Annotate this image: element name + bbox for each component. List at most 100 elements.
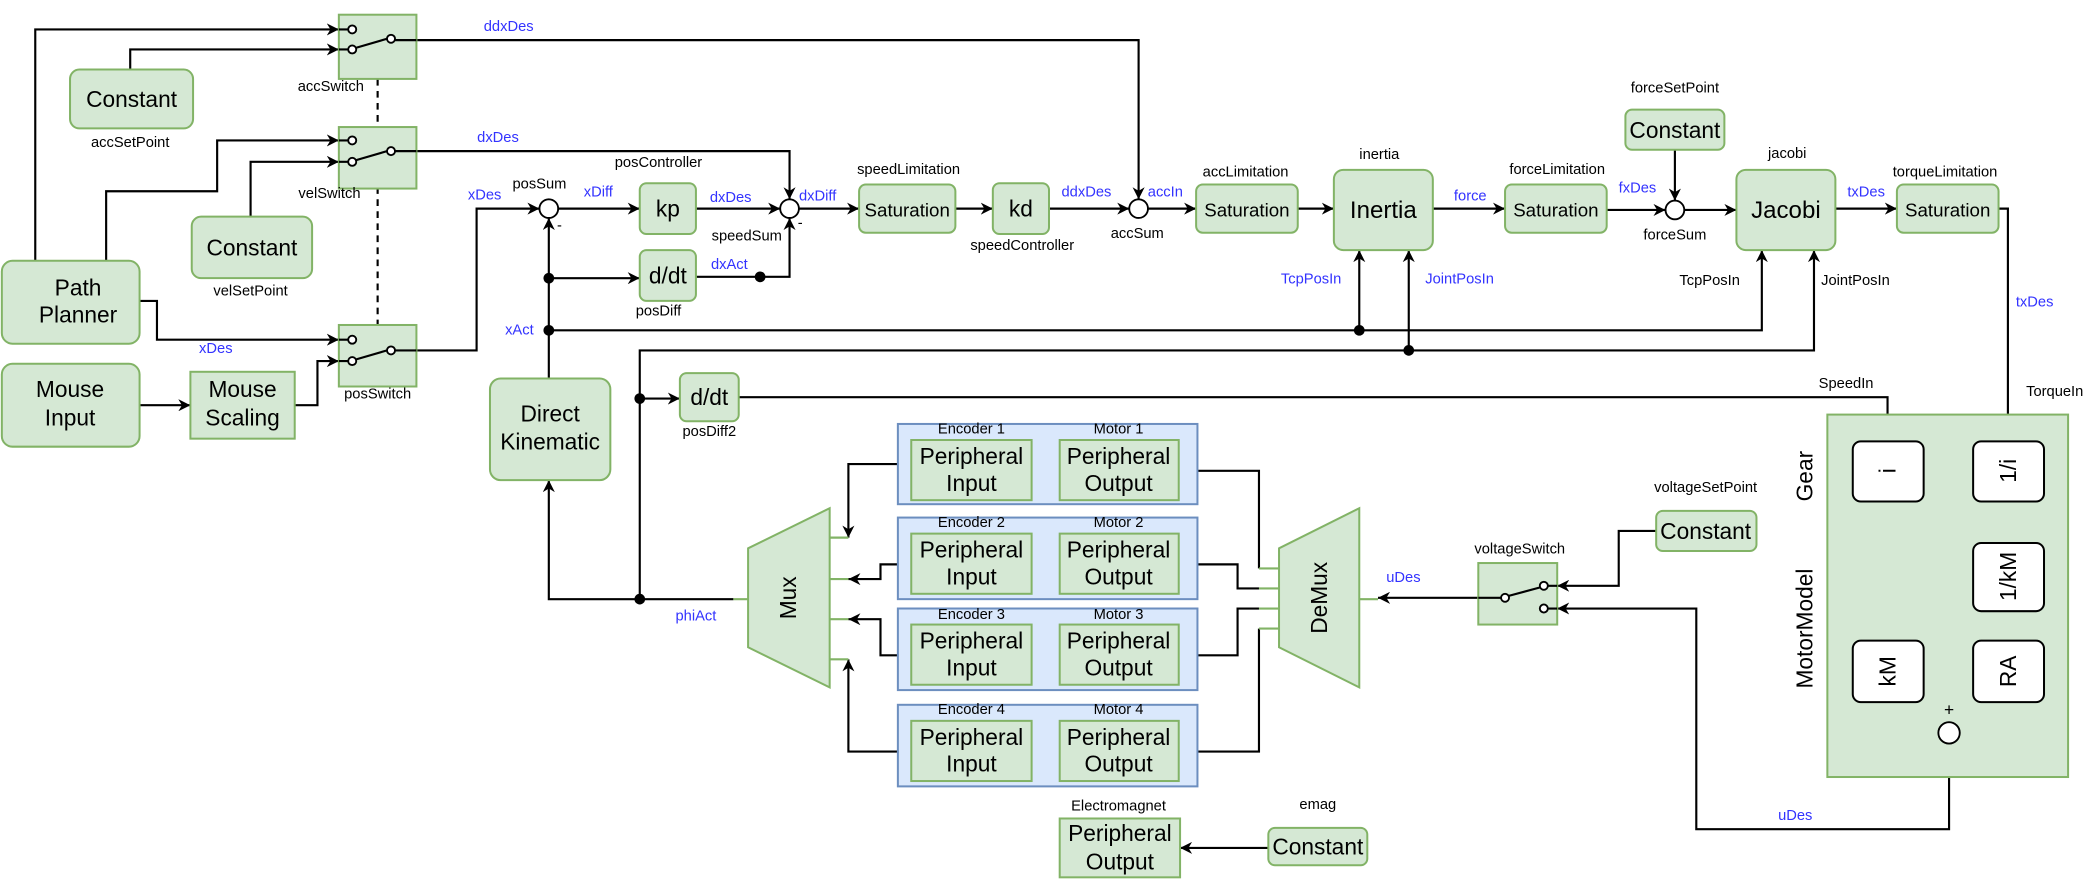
label-text: ddxDes (1062, 185, 1112, 201)
label-text: Encoder 3 (938, 607, 1005, 623)
wire (1197, 563, 1259, 590)
label-text: Jacobi (1751, 197, 1821, 224)
label-text: force (1454, 189, 1487, 205)
label-text: Peripheral (1068, 820, 1172, 846)
mouse-scaling-block[interactable]: Mouse Scaling (189, 370, 296, 440)
label-text: Encoder 1 (938, 421, 1005, 437)
label-text: Input (946, 654, 997, 680)
vel-setpoint-constant[interactable]: Constant velSetPoint (190, 215, 314, 300)
kd-block[interactable]: kd speedController (970, 182, 1074, 254)
label-text: kM (1875, 656, 1901, 686)
label-text: kp (656, 196, 680, 222)
wire (416, 39, 1145, 200)
pos-sum[interactable]: posSum - (512, 177, 566, 234)
force-saturation-block[interactable]: Saturation forceLimitation (1504, 162, 1608, 234)
label-text: Constant (1660, 518, 1752, 544)
label-text: MotorModel (1792, 569, 1818, 689)
label-text: accLimitation (1203, 165, 1289, 181)
force-sum[interactable]: forceSum (1643, 199, 1706, 244)
label-text: speedLimitation (857, 162, 960, 178)
label-text: dxDes (710, 190, 752, 206)
peripheral-group-3[interactable]: Encoder 3 Motor 3 PeripheralInput Periphe… (896, 607, 1199, 692)
label-text: Saturation (1204, 200, 1289, 221)
label-text: JointPosIn (1821, 273, 1890, 289)
wire (848, 613, 898, 657)
acc-switch[interactable] (337, 13, 418, 80)
label-text: Constant (1272, 834, 1364, 860)
km-block[interactable]: kM (1851, 639, 1925, 704)
label-text: Peripheral (920, 537, 1024, 563)
mux-block[interactable]: Mux (747, 506, 831, 690)
label-text: xDiff (584, 185, 614, 201)
label-text: Input (946, 751, 997, 777)
gear-i-block[interactable]: i (1851, 440, 1925, 503)
label-text: Path (55, 275, 102, 301)
speed-saturation-block[interactable]: Saturation speedLimitation (857, 162, 960, 234)
inertia-block[interactable]: Inertia inertia (1332, 147, 1434, 252)
pos-diff-block[interactable]: d/dt posDiff (636, 249, 697, 320)
wire (848, 563, 898, 586)
label-text: txDes (1847, 185, 1885, 201)
label-text: velSetPoint (213, 284, 287, 300)
kp-block[interactable]: kp posController (615, 155, 703, 236)
force-setpoint-constant[interactable]: Constant forceSetPoint (1624, 80, 1726, 151)
label-text: dxAct (711, 257, 748, 273)
inv-km-block[interactable]: 1/kM (1972, 541, 2046, 613)
label-text: Input (45, 404, 96, 430)
demux-block[interactable]: DeMux (1278, 506, 1361, 690)
torque-saturation-block[interactable]: Saturation torqueLimitation (1893, 165, 2000, 234)
label-text: posController (615, 155, 703, 171)
label-text: jacobi (1767, 146, 1806, 162)
acc-saturation-block[interactable]: Saturation accLimitation (1195, 165, 1299, 234)
label-text: Peripheral (920, 443, 1024, 469)
peripheral-group-1[interactable]: Encoder 1 Motor 1 PeripheralInput Periphe… (896, 421, 1199, 506)
label-text: Encoder 2 (938, 515, 1005, 531)
ra-block[interactable]: RA (1972, 639, 2046, 704)
voltage-setpoint-constant[interactable]: Constant voltageSetPoint (1654, 480, 1758, 553)
label-text: Scaling (205, 404, 280, 430)
label-text: Inertia (1350, 197, 1417, 224)
label-text: speedController (970, 238, 1074, 254)
acc-setpoint-constant[interactable]: Constant accSetPoint (69, 68, 195, 152)
label-text: posDiff (636, 304, 682, 320)
label-text: Gear (1792, 450, 1818, 501)
gear-inv-i-block[interactable]: 1/i (1972, 440, 2046, 503)
label-text: Constant (1629, 117, 1721, 143)
label-text: phiAct (675, 609, 716, 625)
path-planner-block[interactable]: Path Planner (0, 259, 141, 345)
label-text: Saturation (1513, 200, 1598, 221)
acc-sum[interactable]: accSum (1111, 198, 1164, 242)
peripheral-group-2[interactable]: Encoder 2 Motor 2 PeripheralInput Periphe… (896, 515, 1199, 601)
wire (129, 43, 339, 70)
label-text: ddxDes (484, 19, 534, 35)
pos-diff2-block[interactable]: d/dt posDiff2 (678, 372, 740, 440)
emag-constant[interactable]: Constant emag (1267, 797, 1369, 867)
label-text: Kinematic (500, 428, 600, 454)
label-text: speedSum (712, 229, 782, 245)
label-text: inertia (1359, 147, 1400, 163)
direct-kinematic-block[interactable]: Direct Kinematic (488, 377, 612, 482)
voltage-switch-label: voltageSwitch (1474, 542, 1565, 558)
label-text: posDiff2 (682, 424, 736, 440)
peripheral-group-4[interactable]: Encoder 4 Motor 4 PeripheralInput Periphe… (896, 702, 1199, 788)
label-text: Saturation (865, 200, 950, 221)
label-text: Peripheral (1067, 443, 1171, 469)
label-text: xAct (505, 322, 534, 338)
wire (842, 659, 898, 753)
pos-switch[interactable] (337, 323, 418, 388)
vel-switch[interactable] (337, 126, 418, 190)
wire (139, 299, 339, 346)
label-text: - (798, 215, 803, 231)
label-text: Planner (39, 301, 118, 327)
label-text: emag (1299, 797, 1336, 813)
voltage-switch[interactable] (1477, 562, 1559, 626)
jacobi-block[interactable]: Jacobi jacobi (1735, 146, 1837, 252)
label-text: Peripheral (920, 628, 1024, 654)
label-text: accIn (1148, 185, 1183, 201)
electromagnet-output[interactable]: Peripheral Output Electromagnet (1058, 798, 1182, 879)
mouse-input-block[interactable]: Mouse Input (0, 362, 141, 448)
motor-model[interactable]: Gear MotorModel i 1/i 1/kM kM RA + (1792, 413, 2070, 779)
label-text: Mux (775, 576, 801, 620)
wire (1197, 628, 1261, 753)
label-text: Constant (206, 234, 298, 260)
